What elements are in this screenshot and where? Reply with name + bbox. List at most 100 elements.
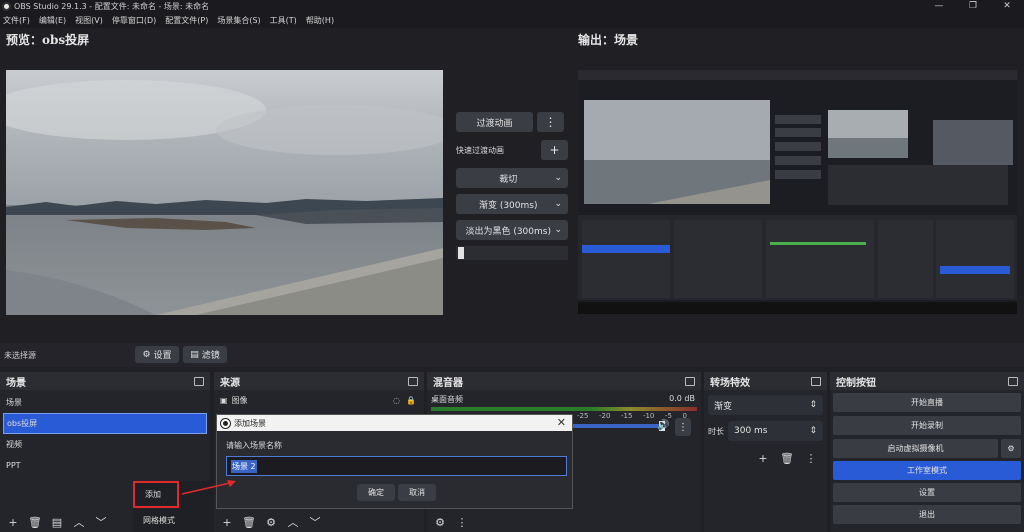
mixer-header: 混音器 [427,372,701,390]
remove-source-button[interactable]: 🗑 [240,515,258,529]
volume-slider[interactable] [573,421,665,431]
move-up-button[interactable]: ︿ [284,515,302,529]
plus-icon: + [549,143,560,157]
menu-docks[interactable]: 停靠窗口(D) [112,15,156,26]
source-item[interactable]: ▣ 图像 ◌ 🔒 [214,390,424,411]
source-settings-button[interactable]: ⚙ 设置 [135,346,179,363]
window-title: OBS Studio 29.1.3 - 配置文件: 未命名 - 场景: 未命名 [14,2,210,11]
mixer-channel-row: 桌面音频 0.0 dB [427,390,701,405]
chevron-up-icon: ︿ [73,516,85,529]
filter-icon: ▤ [190,349,199,360]
scene-name-input[interactable]: 场景 2 [226,456,567,476]
tbar-handle[interactable] [458,247,464,259]
lock-icon[interactable]: 🔒 [406,396,416,405]
source-properties-button[interactable]: ⚙ [262,515,280,529]
duration-input[interactable]: 300 ms ⇕ [728,421,823,441]
menu-profile[interactable]: 配置文件(P) [165,15,208,26]
speaker-icon[interactable]: 🔊 [657,420,669,431]
start-streaming-button[interactable]: 开始直播 [833,393,1021,412]
tbar-slider[interactable] [456,246,568,260]
transition-anim-button[interactable]: 过渡动画 [456,112,533,132]
menu-edit[interactable]: 编辑(E) [39,15,66,26]
transitions-header: 转场特效 [704,372,827,390]
source-filters-button[interactable]: ▤ 滤镜 [183,346,227,363]
visibility-icon[interactable]: ◌ [393,396,400,405]
highlight-box [133,481,179,508]
scene-filters-button[interactable]: ▤ [48,515,66,529]
gear-icon: ⚙ [266,515,276,529]
cancel-button[interactable]: 取消 [398,484,436,501]
fade-black-select[interactable]: 淡出为黑色 (300ms) ⌄ [456,220,568,240]
transition-more-button[interactable]: ⋮ [537,112,564,132]
start-recording-button[interactable]: 开始录制 [833,416,1021,435]
chevron-down-icon: ⌄ [554,225,562,235]
scene-transitions-panel: 转场特效 渐变 ⇕ 时长 300 ms ⇕ + 🗑 ⋮ [704,372,827,532]
virtual-camera-settings-button[interactable]: ⚙ [1001,439,1021,458]
trash-icon: 🗑 [28,515,42,529]
sources-header: 来源 [214,372,424,390]
undock-icon[interactable] [408,376,418,386]
undock-icon[interactable] [811,376,821,386]
mixer-channel-menu[interactable]: ⋮ [675,418,691,436]
transition-menu-button[interactable]: ⋮ [802,451,820,465]
add-source-button[interactable]: + [218,515,236,529]
mixer-settings-button[interactable]: ⚙ [431,515,449,529]
transition-controls: 过渡动画 ⋮ 快速过渡动画 + 裁切 ⌄ 渐变 (300ms) ⌄ 淡出为黑色 … [456,112,568,260]
menu-view[interactable]: 视图(V) [75,15,103,26]
plus-icon: + [758,451,768,465]
start-virtual-camera-button[interactable]: 启动虚拟摄像机 [833,439,998,458]
controls-header: 控制按钮 [830,372,1024,390]
move-down-button[interactable]: ﹀ [92,515,110,529]
menu-help[interactable]: 帮助(H) [306,15,334,26]
remove-scene-button[interactable]: 🗑 [26,515,44,529]
exit-button[interactable]: 退出 [833,505,1021,524]
scene-item[interactable]: 场景 [0,392,210,413]
remove-transition-button[interactable]: 🗑 [778,451,796,465]
scene-item[interactable]: 视频 [0,434,210,455]
menu-scene-collection[interactable]: 场景集合(S) [217,15,260,26]
close-button[interactable]: ✕ [990,0,1024,13]
fade-select[interactable]: 渐变 (300ms) ⌄ [456,194,568,214]
add-scene-dialog: 添加场景 ✕ 请输入场景名称 场景 2 确定 取消 [216,414,573,509]
undock-icon[interactable] [1008,376,1018,386]
ok-button[interactable]: 确定 [357,484,395,501]
scene-item-selected[interactable]: obs投屏 [3,413,207,434]
kebab-menu-icon: ⋮ [678,421,688,433]
window-controls: — ❐ ✕ [922,0,1024,13]
preview-canvas[interactable] [6,70,443,315]
add-scene-button[interactable]: + [4,515,22,529]
menu-tools[interactable]: 工具(T) [270,15,297,26]
add-quick-transition-button[interactable]: + [541,140,568,160]
menu-bar: 文件(F) 编辑(E) 视图(V) 停靠窗口(D) 配置文件(P) 场景集合(S… [0,13,1024,28]
mixer-menu-button[interactable]: ⋮ [453,515,471,529]
scene-item[interactable]: PPT [0,455,210,476]
undock-icon[interactable] [685,376,695,386]
gear-icon: ⚙ [1007,444,1015,453]
close-icon[interactable]: ✕ [557,416,566,429]
transition-type-select[interactable]: 渐变 ⇕ [708,395,823,415]
annotation-arrow-icon [181,480,236,495]
scenes-header: 场景 [0,372,210,390]
minimize-button[interactable]: — [922,0,956,13]
maximize-button[interactable]: ❐ [956,0,990,13]
kebab-menu-icon: ⋮ [456,515,468,529]
move-up-button[interactable]: ︿ [70,515,88,529]
chevron-down-icon: ⌄ [554,199,562,209]
obs-logo-icon [221,418,230,428]
menu-item-grid-mode[interactable]: 网格模式 [133,508,213,532]
sources-toolbar: + 🗑 ⚙ ︿ ﹀ [214,514,424,530]
program-output [578,70,1017,314]
trash-icon: 🗑 [242,515,256,529]
move-down-button[interactable]: ﹀ [306,515,324,529]
menu-file[interactable]: 文件(F) [3,15,30,26]
studio-mode-button[interactable]: 工作室模式 [833,461,1021,480]
image-icon: ▣ [220,396,228,405]
kebab-menu-icon: ⋮ [544,115,557,129]
add-transition-button[interactable]: + [754,451,772,465]
cut-select[interactable]: 裁切 ⌄ [456,168,568,188]
undock-icon[interactable] [194,376,204,386]
gear-icon: ⚙ [142,349,151,360]
spinner-icon: ⇕ [809,400,817,410]
settings-button[interactable]: 设置 [833,483,1021,502]
plus-icon: + [222,515,232,529]
